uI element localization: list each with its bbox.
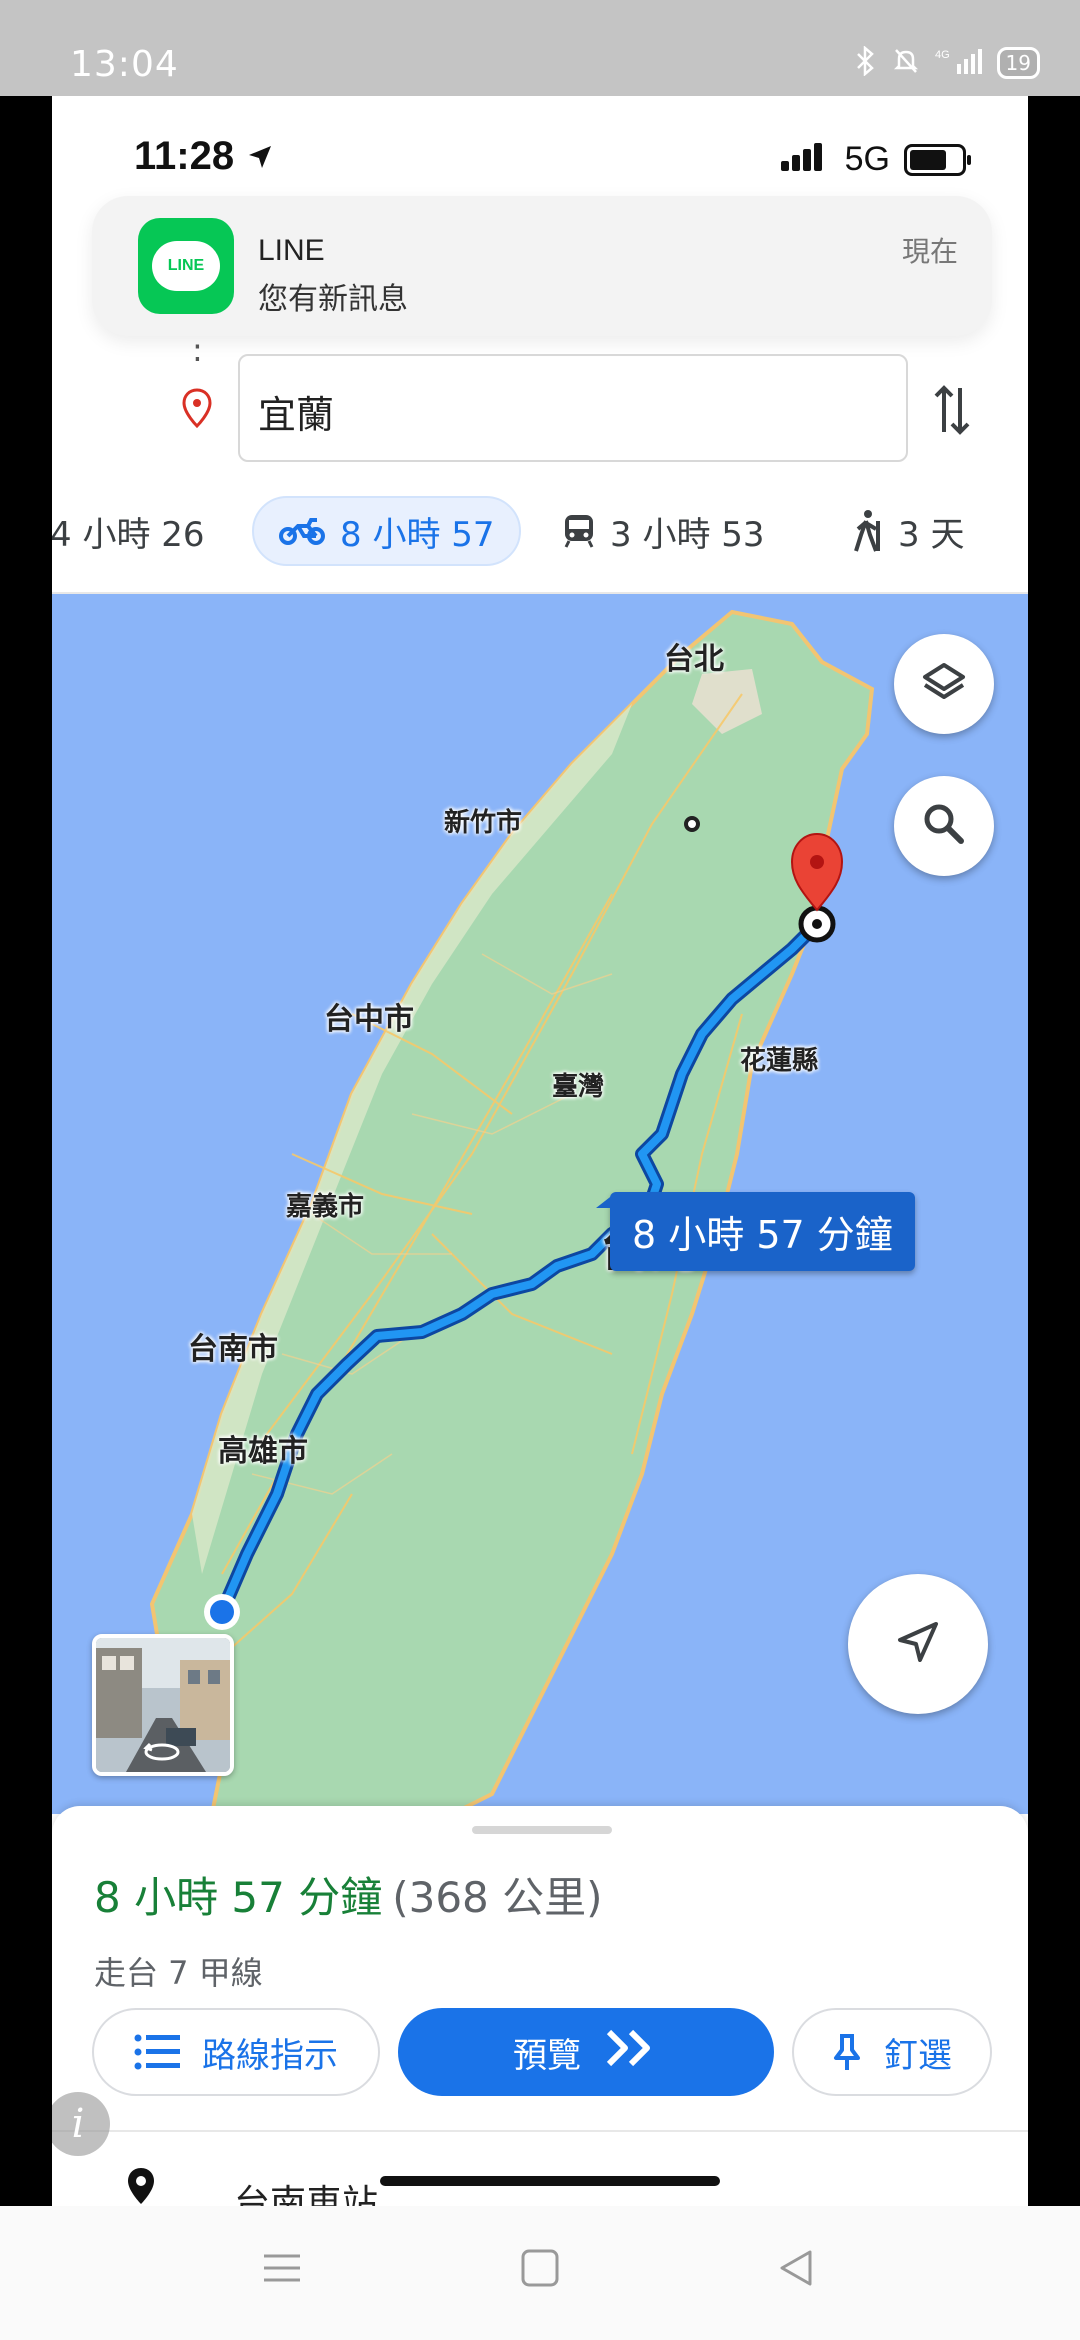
travel-mode-tabs: 4 小時 26 8 小時 57 3 小時 53 3 天 <box>52 496 1028 576</box>
screen-content: 11:28 5G LINE LINE 您有新訊息 現在 : 宜蘭 4 小時 26… <box>52 96 1028 2206</box>
preview-label: 預覽 <box>513 2035 581 2076</box>
destination-input[interactable]: 宜蘭 <box>238 354 908 462</box>
preview-button[interactable]: 預覽 <box>398 2008 774 2096</box>
line-notification[interactable]: LINE LINE 您有新訊息 現在 <box>92 196 992 336</box>
route-duration: 8 小時 57 分鐘 <box>94 1873 383 1922</box>
line-logo-text: LINE <box>152 241 220 291</box>
pin-label: 釘選 <box>884 2035 952 2076</box>
mode-label-walk: 3 天 <box>898 514 965 555</box>
ios-status-time: 11:28 <box>134 134 275 179</box>
android-status-icons: 4G 19 <box>855 45 1040 80</box>
walk-icon <box>850 509 884 553</box>
route-via: 走台 7 甲線 <box>94 1954 263 1992</box>
map-label-taipei: 台北 <box>664 642 724 677</box>
steps-button[interactable]: 路線指示 <box>92 2008 380 2096</box>
signal-icon: 4G <box>935 46 983 80</box>
tab-motorcycle[interactable]: 8 小時 57 <box>252 496 521 566</box>
steps-label: 路線指示 <box>202 2035 338 2076</box>
street-view-thumbnail[interactable] <box>92 1634 234 1776</box>
navigation-arrow-icon <box>892 1616 944 1672</box>
route-distance: (368 公里) <box>392 1873 603 1922</box>
mode-label-transit: 3 小時 53 <box>610 514 765 555</box>
destination-text: 宜蘭 <box>258 393 335 437</box>
ios-time-text: 11:28 <box>134 134 235 178</box>
cellular-signal-icon <box>780 142 831 177</box>
mode-label-motorcycle: 8 小時 57 <box>340 514 495 555</box>
ios-home-indicator[interactable] <box>380 2176 720 2186</box>
map-view[interactable]: 台北 新竹市 台中市 花蓮縣 臺灣 嘉義市 台灣 台南市 高雄市 8 小時 57… <box>52 594 1028 1814</box>
android-status-bar: 13:04 4G 19 <box>0 0 1080 96</box>
map-search-button[interactable] <box>894 776 994 876</box>
destination-pin-icon <box>182 388 212 432</box>
map-label-taiwan-small: 臺灣 <box>552 1072 605 1102</box>
tab-drive[interactable]: 4 小時 26 <box>52 496 205 566</box>
notification-time: 現在 <box>901 235 958 268</box>
location-arrow-icon <box>245 134 275 178</box>
double-chevron-right-icon <box>603 2026 659 2079</box>
ios-status-icons: 5G <box>780 140 971 179</box>
svg-text:4G: 4G <box>935 49 950 61</box>
list-icon <box>134 2033 180 2071</box>
ios-status-bar: 11:28 5G <box>52 96 1028 206</box>
ios-network-type: 5G <box>844 140 890 178</box>
search-icon <box>921 801 967 851</box>
map-label-hualien: 花蓮縣 <box>740 1046 819 1076</box>
pin-icon <box>832 2032 862 2072</box>
origin-label: 台南車站 <box>234 2183 379 2206</box>
map-label-taichung: 台中市 <box>324 1002 414 1037</box>
map-label-chiayi: 嘉義市 <box>286 1192 365 1222</box>
mute-bell-icon <box>891 46 921 80</box>
map-label-tainan: 台南市 <box>188 1332 278 1367</box>
origin-row[interactable]: 台南車站 <box>52 2136 1028 2206</box>
android-status-time: 13:04 <box>70 44 179 85</box>
tab-transit[interactable]: 3 小時 53 <box>562 496 765 566</box>
notification-app-name: LINE <box>258 234 325 267</box>
mode-label-drive: 4 小時 26 <box>52 514 205 555</box>
route-summary: 8 小時 57 分鐘 (368 公里) <box>94 1864 603 1925</box>
notification-message: 您有新訊息 <box>258 282 408 317</box>
train-icon <box>562 513 596 549</box>
route-summary-sheet: 8 小時 57 分鐘 (368 公里) 走台 7 甲線 路線指示 預覽 釘選 台… <box>52 1806 1028 2206</box>
android-nav-bar <box>0 2206 1080 2340</box>
map-label-hsinchu: 新竹市 <box>444 808 523 838</box>
sheet-drag-handle[interactable] <box>472 1826 612 1834</box>
tab-walk[interactable]: 3 天 <box>850 496 964 566</box>
sheet-divider <box>52 2130 1028 2132</box>
layers-icon <box>919 657 969 711</box>
route-duration-badge[interactable]: 8 小時 57 分鐘 <box>596 1192 915 1271</box>
navigate-button[interactable] <box>848 1574 988 1714</box>
map-label-kaohsiung: 高雄市 <box>218 1434 308 1469</box>
android-battery: 19 <box>996 47 1040 79</box>
back-icon[interactable] <box>776 2248 816 2292</box>
home-icon[interactable] <box>520 2248 560 2292</box>
swap-direction-button[interactable] <box>932 382 972 442</box>
bluetooth-icon <box>855 45 877 80</box>
menu-icon[interactable] <box>262 2248 302 2292</box>
motorcycle-icon <box>278 516 326 546</box>
ios-battery-icon <box>904 143 971 176</box>
line-app-icon: LINE <box>138 218 234 314</box>
route-connector-dots: : <box>192 331 203 369</box>
rotate-360-icon <box>142 1740 182 1768</box>
pin-button[interactable]: 釘選 <box>792 2008 992 2096</box>
origin-pin-icon <box>126 2166 156 2206</box>
layers-button[interactable] <box>894 634 994 734</box>
